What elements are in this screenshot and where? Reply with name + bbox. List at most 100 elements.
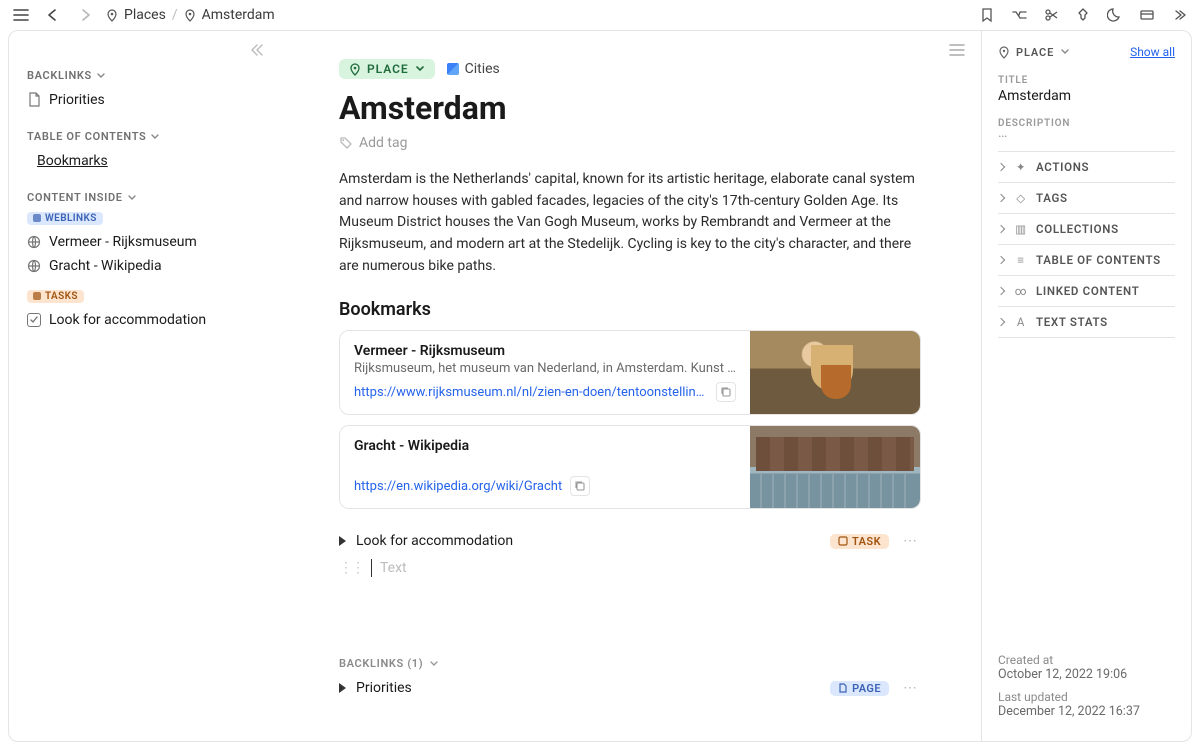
sparkle-icon: ✦ (1014, 160, 1028, 174)
tag-icon: ◇ (1014, 191, 1028, 205)
description-field-value[interactable]: … (998, 125, 1175, 141)
copy-url-icon[interactable] (570, 476, 590, 496)
bookmark-desc: Rijksmuseum, het museum van Nederland, i… (354, 361, 736, 376)
breadcrumb: Places / Amsterdam (106, 7, 275, 23)
show-all-link[interactable]: Show all (1130, 45, 1175, 59)
bookmark-desc (354, 456, 736, 470)
bookmark-url: https://en.wikipedia.org/wiki/Gracht (354, 479, 562, 494)
panel-section-stats[interactable]: A TEXT STATS (998, 306, 1175, 338)
section-label: CONTENT INSIDE (27, 191, 123, 204)
text-cursor (371, 559, 372, 577)
list-item-label: Look for accommodation (49, 312, 206, 328)
drag-handle-icon[interactable]: ⋮⋮ (339, 560, 363, 576)
backlinks-section-header[interactable]: BACKLINKS (27, 69, 261, 82)
chip-label: Cities (465, 61, 500, 77)
bookmarks-heading: Bookmarks (339, 299, 921, 320)
section-label: ACTIONS (1036, 160, 1089, 174)
panel-section-actions[interactable]: ✦ ACTIONS (998, 151, 1175, 182)
bookmark-title: Vermeer - Rijksmuseum (354, 343, 736, 359)
panel-section-collections[interactable]: ▥COLLECTIONS (998, 213, 1175, 244)
more-icon[interactable]: ⋯ (899, 533, 921, 549)
bookmark-card[interactable]: Vermeer - Rijksmuseum Rijksmuseum, het m… (339, 330, 921, 415)
badge-label: TASK (852, 535, 881, 548)
weblinks-badge: WEBLINKS (27, 212, 103, 225)
collection-chip[interactable]: Cities (447, 61, 500, 77)
page-body[interactable]: Amsterdam is the Netherlands' capital, k… (339, 169, 921, 277)
bookmark-url: https://www.rijksmuseum.nl/nl/zien-en-do… (354, 385, 708, 400)
stack-icon: ▥ (1014, 222, 1028, 236)
breadcrumb-current[interactable]: Amsterdam (202, 7, 275, 23)
panel-section-toc[interactable]: ≡TABLE OF CONTENTS (998, 244, 1175, 275)
link-icon: ∞ (1014, 284, 1028, 298)
moon-icon[interactable] (1104, 4, 1126, 26)
layout-icon[interactable] (1136, 4, 1158, 26)
chevron-right-icon (997, 163, 1005, 171)
main-content: PLACE Cities Amsterdam Add tag Amsterdam… (279, 31, 981, 741)
chip-label: PLACE (1016, 46, 1054, 59)
new-block-input[interactable]: ⋮⋮ Text (339, 559, 921, 577)
title-field-value[interactable]: Amsterdam (998, 88, 1175, 104)
weblink-item[interactable]: Vermeer - Rijksmuseum (27, 230, 261, 254)
link-icon (27, 235, 41, 249)
section-label: TAGS (1036, 191, 1068, 205)
list-item-label: Gracht - Wikipedia (49, 258, 162, 274)
task-type-badge: TASK (830, 534, 889, 549)
disclosure-triangle-icon[interactable] (339, 536, 346, 546)
page-meta-row: PLACE Cities (339, 59, 921, 79)
map-pin-icon (106, 8, 118, 22)
menu-icon[interactable] (10, 4, 32, 26)
backlink-row[interactable]: Priorities PAGE ⋯ (339, 680, 921, 696)
add-tag-row[interactable]: Add tag (339, 135, 921, 151)
task-row[interactable]: Look for accommodation TASK ⋯ (339, 533, 921, 549)
section-label: LINKED CONTENT (1036, 284, 1139, 298)
more-icon[interactable]: ⋯ (899, 680, 921, 696)
backlink-label: Priorities (356, 680, 412, 696)
chevron-right-icon (997, 318, 1005, 326)
badge-label: WEBLINKS (45, 213, 97, 224)
section-label: TABLE OF CONTENTS (1036, 253, 1161, 267)
type-dropdown[interactable]: PLACE (998, 45, 1070, 59)
app-frame: BACKLINKS Priorities TABLE OF CONTENTS B… (8, 30, 1192, 742)
toc-section-header[interactable]: TABLE OF CONTENTS (27, 130, 261, 143)
breadcrumb-parent[interactable]: Places (124, 7, 166, 23)
left-panel: BACKLINKS Priorities TABLE OF CONTENTS B… (9, 31, 279, 741)
chevron-right-icon (997, 194, 1005, 202)
more-icon[interactable] (1168, 4, 1190, 26)
toc-item[interactable]: Bookmarks (27, 149, 261, 173)
title-field-label: TITLE (998, 75, 1175, 86)
scissors-icon[interactable] (1040, 4, 1062, 26)
shuffle-icon[interactable] (1008, 4, 1030, 26)
list-item-label: Vermeer - Rijksmuseum (49, 234, 197, 250)
back-icon[interactable] (42, 4, 64, 26)
collapse-sidebar-icon[interactable] (249, 43, 265, 57)
collection-icon (447, 63, 459, 75)
bookmark-card[interactable]: Gracht - Wikipedia https://en.wikipedia.… (339, 425, 921, 509)
content-inside-section-header[interactable]: CONTENT INSIDE (27, 191, 261, 204)
top-toolbar: Places / Amsterdam (0, 0, 1200, 30)
section-label: TABLE OF CONTENTS (27, 130, 146, 143)
bookmark-icon[interactable] (976, 4, 998, 26)
forward-icon[interactable] (74, 4, 96, 26)
disclosure-triangle-icon[interactable] (339, 683, 346, 693)
panel-section-tags[interactable]: ◇ TAGS (998, 182, 1175, 213)
section-label: TEXT STATS (1036, 315, 1108, 329)
pin-icon[interactable] (1072, 4, 1094, 26)
tasks-badge: TASKS (27, 290, 84, 303)
add-tag-label: Add tag (359, 135, 407, 151)
weblink-item[interactable]: Gracht - Wikipedia (27, 254, 261, 278)
copy-url-icon[interactable] (716, 382, 736, 402)
panel-section-linked[interactable]: ∞ LINKED CONTENT (998, 275, 1175, 306)
map-pin-icon (184, 8, 196, 22)
type-chip[interactable]: PLACE (339, 59, 435, 79)
task-item[interactable]: Look for accommodation (27, 308, 261, 332)
updated-value: December 12, 2022 16:37 (998, 704, 1175, 719)
metadata-footer: Created at October 12, 2022 19:06 Last u… (998, 633, 1175, 727)
page-title[interactable]: Amsterdam (339, 89, 921, 127)
right-panel: PLACE Show all TITLE Amsterdam DESCRIPTI… (981, 31, 1191, 741)
backlinks-heading[interactable]: BACKLINKS (1) (339, 657, 921, 670)
chip-label: PLACE (367, 62, 409, 76)
backlink-item[interactable]: Priorities (27, 88, 261, 112)
created-value: October 12, 2022 19:06 (998, 667, 1175, 682)
text-icon: A (1014, 315, 1028, 329)
page-settings-icon[interactable] (949, 43, 965, 57)
